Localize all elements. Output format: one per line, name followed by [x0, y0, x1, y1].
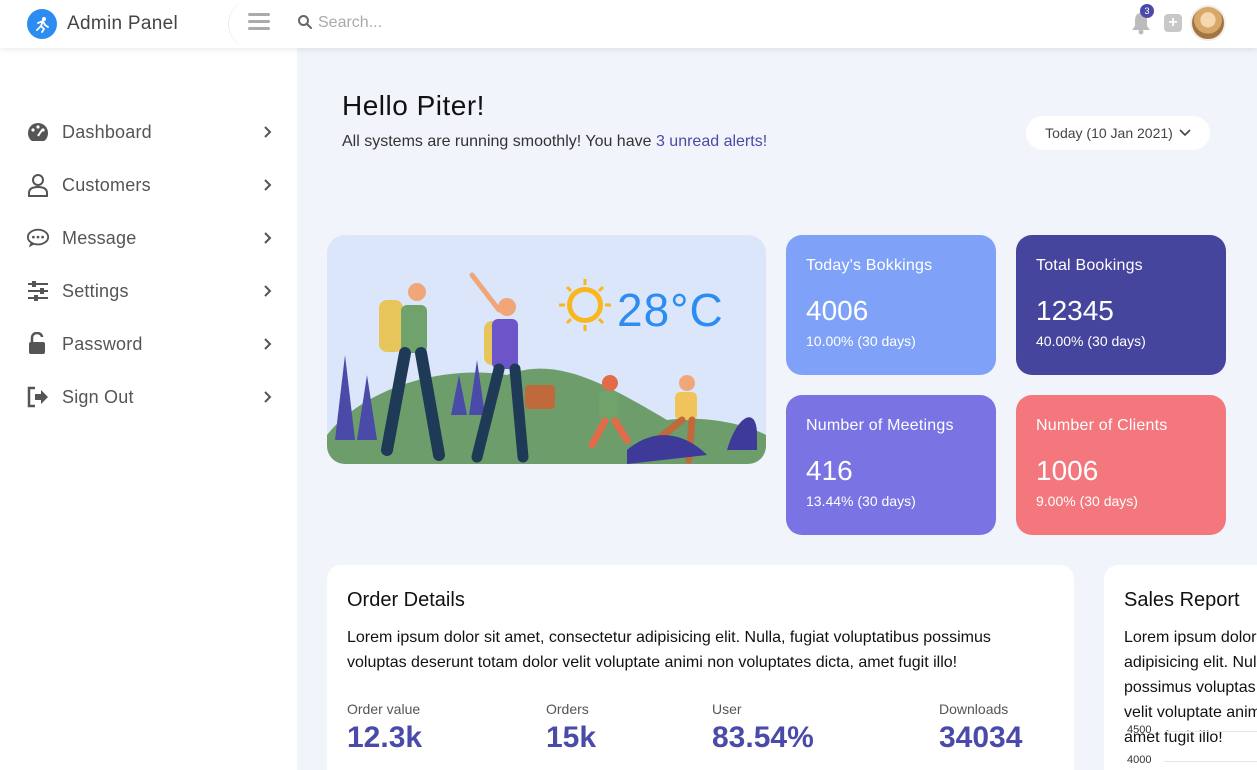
metric-label: Orders [546, 701, 589, 717]
metric-downloads: Downloads 34034 [939, 701, 1022, 755]
search-icon [298, 15, 312, 29]
date-filter-value: Today (10 Jan 2021) [1045, 125, 1173, 141]
chevron-right-icon [264, 338, 272, 350]
stat-change: 40.00% (30 days) [1036, 333, 1146, 349]
stat-value: 12345 [1036, 295, 1114, 326]
stat-title: Total Bookings [1036, 257, 1143, 274]
chevron-right-icon [264, 179, 272, 191]
stat-value: 4006 [806, 295, 869, 326]
y-axis-tick: 4500 [1127, 724, 1152, 736]
metric-value: 83.54% [712, 721, 814, 754]
card-description: Lorem ipsum dolor sit amet, consectetur … [347, 629, 991, 671]
sidebar-item-label: Password [62, 333, 143, 354]
chevron-right-icon [264, 391, 272, 403]
sales-report-card: Sales Report Lorem ipsum dolor sit amet,… [1104, 565, 1257, 770]
notification-badge: 3 [1140, 4, 1154, 18]
stat-card-todays-bookings[interactable]: Today's Bokkings 4006 10.00% (30 days) [786, 235, 996, 375]
stat-card-clients[interactable]: Number of Clients 1006 9.00% (30 days) [1016, 395, 1226, 535]
metric-value: 12.3k [347, 721, 423, 754]
stat-title: Number of Clients [1036, 417, 1168, 434]
weather-card: 28°C [327, 235, 766, 464]
search-input[interactable] [318, 10, 618, 36]
chevron-down-icon [1179, 129, 1191, 137]
stat-card-total-bookings[interactable]: Total Bookings 12345 40.00% (30 days) [1016, 235, 1226, 375]
chevron-right-icon [264, 232, 272, 244]
metric-label: Downloads [939, 701, 1009, 717]
card-title: Order Details [347, 589, 465, 611]
sidebar-item-label: Settings [62, 280, 129, 301]
brand[interactable]: Admin Panel [27, 8, 178, 40]
metric-value: 34034 [939, 721, 1023, 754]
sidebar: Dashboard Customers Message Settings Pas… [0, 48, 297, 770]
sidebar-item-dashboard[interactable]: Dashboard [26, 117, 276, 147]
sidebar-item-label: Dashboard [62, 121, 152, 142]
sidebar-item-settings[interactable]: Settings [26, 276, 276, 306]
sidebar-item-label: Customers [62, 174, 151, 195]
stat-title: Number of Meetings [806, 417, 954, 434]
metric-orders: Orders 15k [546, 701, 596, 755]
add-icon[interactable]: + [1164, 14, 1182, 32]
card-title: Sales Report [1124, 589, 1240, 611]
status-text: All systems are running smoothly! You ha… [342, 133, 656, 150]
menu-toggle-icon[interactable] [248, 13, 270, 33]
stat-change: 9.00% (30 days) [1036, 493, 1138, 509]
chevron-right-icon [264, 126, 272, 138]
brand-logo-icon [27, 9, 57, 39]
page-title: Hello Piter! [342, 90, 485, 121]
metric-order-value: Order value 12.3k [347, 701, 422, 755]
sun-icon [559, 279, 611, 331]
stat-change: 10.00% (30 days) [806, 333, 916, 349]
order-details-card: Order Details Lorem ipsum dolor sit amet… [327, 565, 1074, 770]
user-icon [26, 173, 50, 197]
grid-line [1164, 731, 1257, 732]
sidebar-item-label: Sign Out [62, 386, 134, 407]
unread-alerts-link[interactable]: 3 unread alerts! [656, 133, 767, 150]
stat-title: Today's Bokkings [806, 257, 933, 274]
metric-user: User 83.54% [712, 701, 814, 755]
sign-out-icon [26, 385, 50, 409]
y-axis-tick: 4000 [1127, 754, 1152, 766]
stat-card-meetings[interactable]: Number of Meetings 416 13.44% (30 days) [786, 395, 996, 535]
avatar[interactable] [1190, 5, 1226, 41]
chevron-right-icon [264, 285, 272, 297]
status-message: All systems are running smoothly! You ha… [342, 133, 767, 151]
chat-icon [26, 226, 50, 250]
temperature: 28°C [617, 284, 724, 336]
stat-change: 13.44% (30 days) [806, 493, 916, 509]
metric-value: 15k [546, 721, 597, 754]
sidebar-item-password[interactable]: Password [26, 329, 276, 359]
sidebar-item-customers[interactable]: Customers [26, 170, 276, 200]
metric-label: User [712, 701, 742, 717]
stat-value: 1006 [1036, 455, 1099, 486]
metric-label: Order value [347, 701, 421, 717]
grid-line [1164, 761, 1257, 762]
sidebar-item-sign-out[interactable]: Sign Out [26, 382, 276, 412]
stat-value: 416 [806, 455, 853, 486]
sidebar-item-label: Message [62, 227, 137, 248]
top-bar: Admin Panel 3 + [0, 0, 1257, 48]
hiking-illustration [327, 272, 766, 464]
palette-icon [26, 120, 50, 144]
brand-title: Admin Panel [67, 13, 179, 34]
unlock-icon [26, 332, 50, 356]
date-filter-dropdown[interactable]: Today (10 Jan 2021) [1026, 116, 1210, 150]
sliders-icon [26, 279, 50, 303]
sidebar-item-message[interactable]: Message [26, 223, 276, 253]
